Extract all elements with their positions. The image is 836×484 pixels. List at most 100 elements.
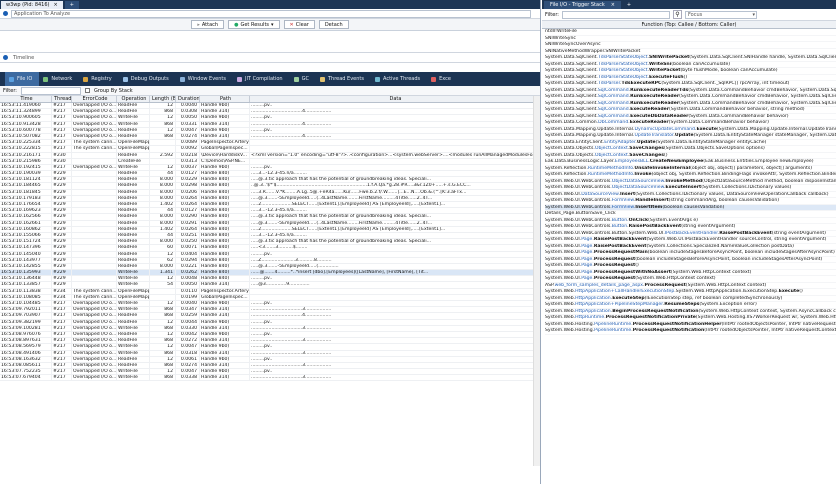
table-cell [72,226,117,232]
grid-scrollbar[interactable] [533,96,540,466]
get-results-button[interactable]: ● Get Results ▾ [228,20,280,29]
clear-button[interactable]: ✕ Clear [283,20,315,29]
tab-label: Network [51,76,73,82]
frame-text: (System.Data.CommandBehavior cmdBehavior… [679,94,836,99]
timeline-radio-icon[interactable] [3,55,8,60]
frame-text: Invoke [634,172,652,177]
table-row[interactable]: 16:53:07.679404 #217 Overlapped I/O o... Wr… [0,375,540,382]
table-cell: #217 [52,331,72,338]
frame-text: System.Data.Mapping.Update.Internal. [545,126,635,132]
search-icon[interactable]: ⚲ [672,10,682,19]
frame-text: HttpApplication [575,308,611,314]
table-cell: 16:53:08.085611 [0,362,52,369]
table-cell: Handle 840) [200,177,250,183]
frame-text: System.Web.UI.WebControls. [545,185,612,190]
app-filter-input[interactable]: Application To Analyze [11,9,531,18]
frame-text: (IExecutionStep step, ref boolean comple… [644,295,783,301]
clear-icon: ✕ [289,21,294,28]
tab-file-io[interactable]: File IO [5,72,40,86]
table-cell: 16:53:10.184465 [0,183,52,189]
table-cell: 8.000 [150,263,176,270]
table-cell [72,152,117,158]
frame-text: ProcessRequest [593,276,636,281]
frame-text: ExecuteFlush [648,74,684,80]
frame-text: System.Web.UI. [545,243,582,249]
detach-button[interactable]: Detach [318,20,349,29]
column-header[interactable]: Time [0,96,52,102]
frame-text: ExecuteDbDataReader [630,113,689,119]
attach-button[interactable]: ▸ Attach [191,20,225,29]
table-cell: CreateFile [117,158,150,164]
table-cell: Overlapped I/O o... [73,375,117,381]
tab-gc[interactable]: GC [290,72,316,86]
column-header[interactable]: Operation [117,96,150,102]
close-icon[interactable]: × [611,2,615,8]
new-tab-button[interactable]: + [64,1,79,9]
table-cell: 54 [150,282,176,288]
table-cell [72,239,117,245]
tab-trigger-stack[interactable]: File I/O - Trigger Stack × [544,1,621,9]
table-cell: 12 [150,331,176,338]
table-cell: .....@.3.......-5EmployeeId.....(..4Last… [250,195,540,201]
tab-w3wp[interactable]: w3wp (Pid: 8416) × [1,1,63,9]
tab-window-events[interactable]: Window Events [176,72,233,86]
frame-text: (System.Data.CommandBehavior cmdBehavior… [688,87,836,93]
stack-filter-input[interactable] [561,10,670,19]
grid-filter-input[interactable] [20,86,81,95]
frame-text: (System.Data.CommandBehavior behavior) [668,120,769,125]
tab-thread-events[interactable]: Thread Events [316,72,371,86]
close-icon[interactable]: × [54,2,58,8]
tab-debug-outputs[interactable]: Debug Outputs [119,72,176,86]
column-header[interactable]: ErrorCode [72,96,117,102]
table-cell: Handle 9b0) [200,356,250,362]
frame-text: System.Web.UI. [545,269,582,275]
table-cell: WriteFile [117,164,150,171]
table-cell: .....3...-12.3-45.n/a......... [250,208,540,214]
chevron-down-icon: ▾ [271,21,274,28]
table-cell: 0.0047 [176,369,200,375]
new-tab-button[interactable]: + [621,1,637,9]
table-cell [250,140,540,146]
tab-exce[interactable]: Exce [427,72,458,86]
column-header[interactable]: Data [250,96,540,102]
frame-text: SNIWritePacket [648,55,690,60]
filter-label: Filter: [3,87,17,94]
tool-icon [236,76,242,82]
checkbox-icon[interactable] [84,88,90,93]
table-cell: OpenFileMappi... [118,294,150,300]
column-header[interactable]: Length (By... [150,96,176,102]
table-cell: 16:53:09.703907 [0,313,52,319]
table-cell: #230 [52,152,72,158]
frame-text: (System.Web.UI.IPostBackEventHandler sou… [646,237,827,242]
tab-registry[interactable]: Registry [79,72,118,86]
table-cell: ReadFile [117,245,150,251]
table-cell: .....<3.......3..........$........ [250,245,540,251]
tab-network[interactable]: Network [39,72,79,86]
frame-text: (object obj, System.Reflection.BindingFl… [651,172,836,177]
tab-jit-compilation[interactable]: JIT Compilation [233,72,290,86]
table-cell [72,208,117,214]
frame-text: RaisePostBackEvent [593,237,647,242]
table-cell: 8.000 [150,214,176,220]
table-cell: #229 [52,171,72,177]
column-header[interactable]: Path [200,96,250,102]
table-cell: 0.0294 [176,257,200,263]
tab-active-threads[interactable]: Active Threads [371,72,427,86]
timeline-input[interactable]: Timeline [11,53,531,62]
column-header[interactable]: Thread [52,96,72,102]
frame-text: RuntimeMethodInfo [587,172,633,177]
table-cell: 16:53:09.792011 [0,307,52,313]
app-radio-icon[interactable] [3,11,8,16]
table-cell: Handle 314) [200,375,250,381]
column-header[interactable]: Duration (... [176,96,200,102]
frame-text: System.Data.SqlClient. [545,113,598,119]
table-cell: #217 [52,164,72,171]
table-cell: ..@.3..'$*'$............................… [250,183,540,189]
frame-text: CreateNewEmployee [649,159,704,164]
frame-text: Page [581,256,593,262]
table-cell: 12 [150,115,176,121]
tab-label: w3wp (Pid: 8416) [6,2,50,8]
focus-select[interactable]: Focus ▾ [684,10,757,19]
table-cell: 0.0264 [176,195,200,201]
stack-frame[interactable]: System.Web.Hosting.PipelineRuntime.Proce… [545,328,836,335]
